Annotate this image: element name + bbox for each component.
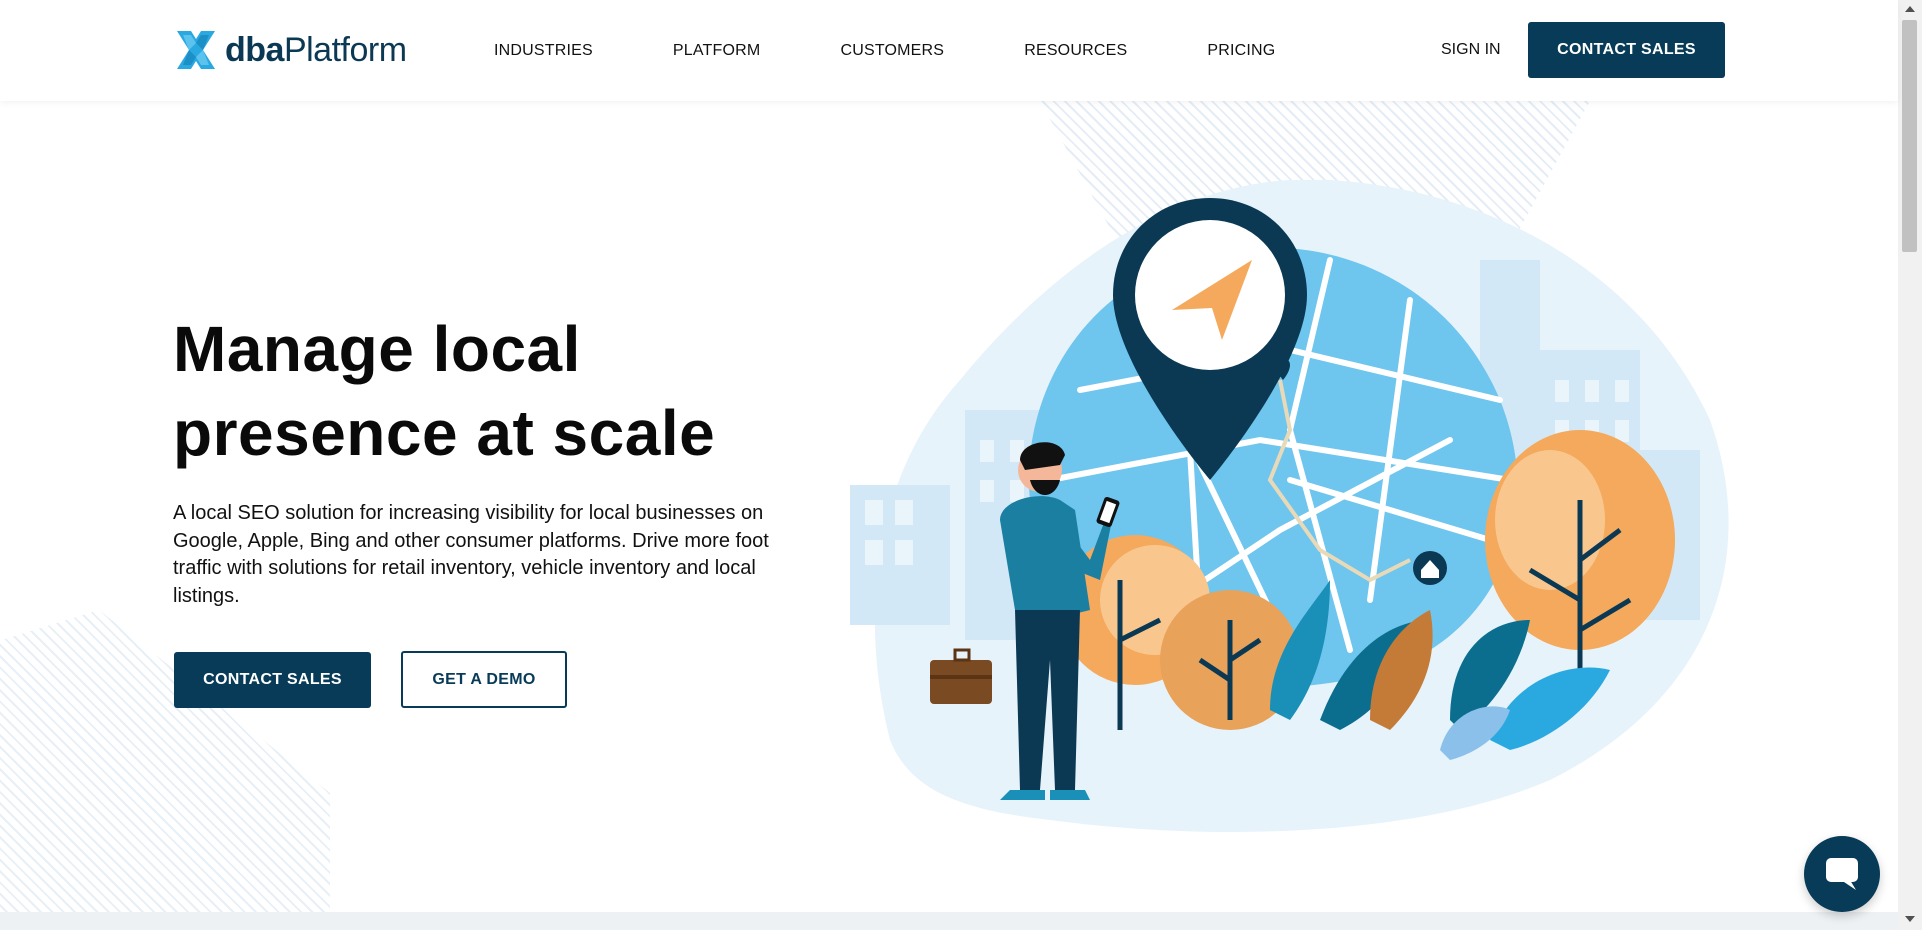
hero-illustration — [850, 180, 1729, 832]
nav-item-customers[interactable]: CUSTOMERS — [840, 42, 944, 60]
scrollbar-thumb[interactable] — [1902, 20, 1917, 252]
hero-title: Manage local presence at scale — [173, 307, 813, 475]
nav-item-pricing[interactable]: PRICING — [1207, 42, 1275, 60]
hero-description: A local SEO solution for increasing visi… — [173, 502, 769, 607]
brand-logo[interactable]: dbaPlatform — [173, 27, 407, 73]
chat-launcher-button[interactable] — [1804, 836, 1880, 912]
brand-name-bold: dba — [225, 30, 284, 69]
hero-contact-sales-button[interactable]: CONTACT SALES — [174, 652, 371, 708]
chat-bubble-icon — [1826, 858, 1858, 890]
site-header: dbaPlatform INDUSTRIES PLATFORM CUSTOMER… — [0, 0, 1898, 101]
hero-title-line2: presence at scale — [173, 397, 716, 469]
get-a-demo-button[interactable]: GET A DEMO — [401, 651, 567, 708]
nav-item-industries[interactable]: INDUSTRIES — [494, 42, 593, 60]
header-contact-sales-button[interactable]: CONTACT SALES — [1528, 22, 1725, 78]
brand-wordmark: dbaPlatform — [225, 31, 407, 70]
dba-cross-logo-icon — [177, 31, 215, 69]
sign-in-link[interactable]: SIGN IN — [1441, 41, 1501, 59]
scroll-up-arrow-icon[interactable] — [1905, 6, 1915, 12]
nav-item-resources[interactable]: RESOURCES — [1024, 42, 1127, 60]
hero-title-line1: Manage local — [173, 313, 581, 385]
nav-item-platform[interactable]: PLATFORM — [673, 42, 761, 60]
bottom-section-edge — [0, 912, 1898, 930]
main-nav: INDUSTRIES PLATFORM CUSTOMERS RESOURCES … — [494, 0, 1275, 101]
brand-name-thin: Platform — [283, 30, 407, 69]
scroll-down-arrow-icon[interactable] — [1905, 916, 1915, 922]
page-scrollbar[interactable] — [1898, 0, 1922, 930]
